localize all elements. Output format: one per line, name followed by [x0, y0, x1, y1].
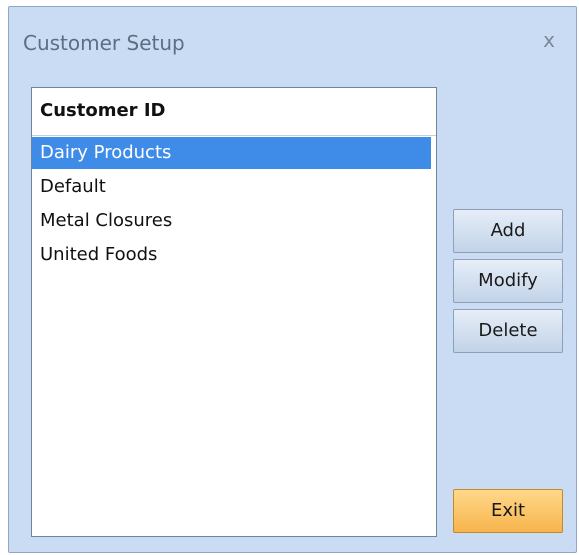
list-item-metal-closures[interactable]: Metal Closures [32, 205, 431, 237]
exit-button[interactable]: Exit [453, 489, 563, 533]
close-icon[interactable]: x [536, 27, 562, 53]
delete-button[interactable]: Delete [453, 309, 563, 353]
list-header: Customer ID [32, 88, 436, 136]
column-header-customer-id: Customer ID [40, 100, 166, 121]
add-button[interactable]: Add [453, 209, 563, 253]
customer-setup-window: Customer Setup x Customer ID Dairy Produ… [8, 6, 577, 553]
list-item-default[interactable]: Default [32, 171, 431, 203]
list-item-dairy-products[interactable]: Dairy Products [32, 137, 431, 169]
modify-button[interactable]: Modify [453, 259, 563, 303]
list-item-united-foods[interactable]: United Foods [32, 239, 431, 271]
customer-list[interactable]: Customer ID Dairy Products Default Metal… [31, 87, 437, 537]
title-bar: Customer Setup x [9, 7, 576, 71]
window-title: Customer Setup [23, 31, 185, 55]
